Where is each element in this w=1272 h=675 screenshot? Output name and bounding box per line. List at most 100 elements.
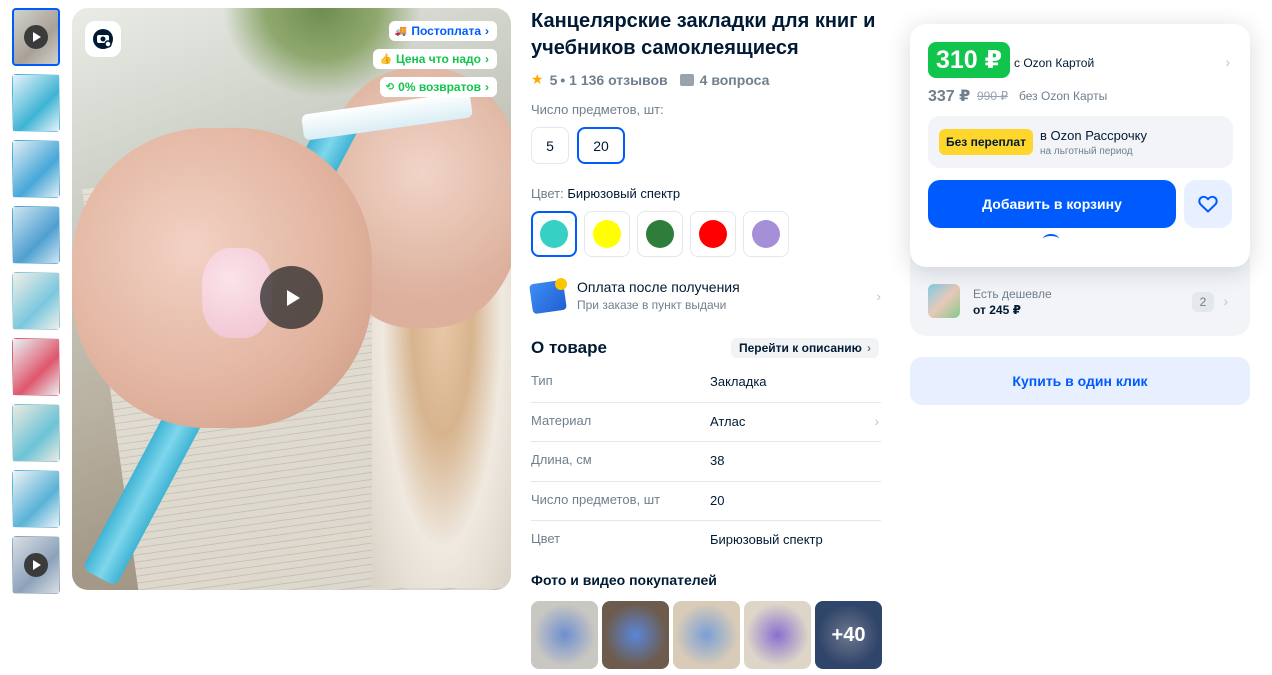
spec-value: Атлас: [710, 413, 746, 429]
quantity-label: Число предметов, шт:: [531, 102, 664, 117]
media-badge[interactable]: 🚚 Постоплата ›: [388, 21, 497, 41]
thumbnail-image[interactable]: [12, 470, 60, 528]
thumbnail-image[interactable]: [12, 404, 60, 462]
installment-banner[interactable]: Без переплат в Ozon Рассрочку на льготны…: [928, 116, 1233, 168]
specs-table: Тип Закладка Материал Атлас › Длина, см 38 Числ…: [531, 363, 881, 561]
customer-photos: +40: [531, 601, 882, 669]
product-page: 🚚 Постоплата › 👍 Цена что надо › ⟲ 0% возвратов…: [0, 0, 1272, 675]
expand-icon[interactable]: [1043, 234, 1059, 244]
questions-count[interactable]: 4 вопроса: [700, 72, 770, 88]
price-without-card: 337 ₽: [928, 88, 971, 105]
buy-box: 310 ₽ с Ozon Картой › 337 ₽ 990 ₽ без Oz…: [910, 24, 1250, 267]
color-label-row: Цвет: Бирюзовый спектр: [531, 186, 680, 201]
cheaper-price: от 245 ₽: [973, 303, 1021, 317]
price-nocard-label: без Ozon Карты: [1019, 89, 1108, 103]
play-icon: [24, 25, 48, 49]
color-swatch[interactable]: [743, 211, 789, 257]
spec-row: Длина, см 38: [531, 442, 881, 482]
color-dot: [540, 220, 568, 248]
play-video-button[interactable]: [260, 266, 323, 329]
thumbnail-image[interactable]: [12, 140, 60, 198]
cheaper-count: 2: [1192, 292, 1214, 312]
chevron-right-icon[interactable]: ›: [1225, 54, 1230, 70]
customer-photo[interactable]: [531, 601, 598, 669]
spec-key: Материал: [531, 412, 592, 428]
thumbnail-strip: [12, 8, 60, 602]
customer-photo[interactable]: [602, 601, 669, 669]
color-swatch[interactable]: [531, 211, 577, 257]
color-dot: [646, 220, 674, 248]
image-search-button[interactable]: [85, 21, 121, 57]
thumbnail-image[interactable]: [12, 74, 60, 132]
spec-row: Тип Закладка: [531, 363, 881, 403]
thumbnail-image[interactable]: [12, 206, 60, 264]
questions-icon: [679, 73, 694, 86]
color-label: Цвет:: [531, 186, 564, 201]
spec-key: Длина, см: [531, 452, 592, 468]
thumbnail-video[interactable]: [12, 8, 60, 66]
installment-title: в Ozon Рассрочку: [1040, 128, 1147, 143]
customer-photo[interactable]: [744, 601, 811, 669]
media-badge-label: 0% возвратов: [398, 80, 481, 94]
favorite-button[interactable]: [1184, 180, 1232, 228]
media-badge[interactable]: ⟲ 0% возвратов ›: [379, 77, 497, 97]
goto-description-button[interactable]: Перейти к описанию ›: [731, 338, 879, 358]
play-icon: [24, 553, 48, 577]
color-value: Бирюзовый спектр: [567, 186, 681, 201]
quantity-selector: 5 20: [531, 127, 625, 164]
thumbnail-image[interactable]: [12, 338, 60, 396]
main-product-video[interactable]: 🚚 Постоплата › 👍 Цена что надо › ⟲ 0% возвратов…: [72, 8, 511, 590]
rating-row[interactable]: ★ 5 • 1 136 отзывов 4 вопроса: [531, 71, 769, 88]
star-icon: ★: [531, 71, 544, 87]
thumbnail-image[interactable]: [12, 272, 60, 330]
media-badges: 🚚 Постоплата › 👍 Цена что надо › ⟲ 0% возвратов…: [373, 21, 497, 97]
about-title: О товаре: [531, 338, 607, 357]
spec-value: 38: [710, 453, 725, 469]
chevron-right-icon: ›: [866, 341, 871, 355]
customer-photo[interactable]: [673, 601, 740, 669]
payment-subtitle: При заказе в пункт выдачи: [577, 298, 727, 312]
spec-value: 20: [710, 492, 725, 508]
spec-row: Цвет Бирюзовый спектр: [531, 521, 881, 561]
quantity-option[interactable]: 5: [531, 127, 569, 164]
color-dot: [699, 220, 727, 248]
quantity-option[interactable]: 20: [577, 127, 625, 164]
installment-subtitle: на льготный период: [1040, 146, 1133, 157]
payment-after-receipt[interactable]: Оплата после получения При заказе в пунк…: [529, 276, 881, 320]
color-swatch[interactable]: [584, 211, 630, 257]
chevron-right-icon: ›: [485, 80, 489, 94]
thumbnail-video[interactable]: [12, 536, 60, 594]
color-swatch[interactable]: [637, 211, 683, 257]
cheaper-offers[interactable]: Есть дешевле от 245 ₽ 2 ›: [928, 284, 1230, 324]
spec-key: Число предметов, шт: [531, 491, 661, 507]
color-dot: [593, 220, 621, 248]
product-title: Канцелярские закладки для книг и учебник…: [531, 10, 876, 59]
spec-row[interactable]: Материал Атлас ›: [531, 403, 881, 443]
buy-one-click-button[interactable]: Купить в один клик: [910, 357, 1250, 405]
media-badge[interactable]: 👍 Цена что надо ›: [373, 49, 497, 69]
chevron-right-icon: ›: [874, 412, 879, 429]
price-with-card: 310 ₽: [928, 42, 1011, 78]
rating-value: 5: [549, 71, 558, 88]
color-dot: [752, 220, 780, 248]
spec-key: Тип: [531, 373, 553, 388]
cheaper-label: Есть дешевле: [973, 287, 1052, 301]
color-swatch[interactable]: [690, 211, 736, 257]
chevron-right-icon: ›: [876, 288, 881, 304]
heart-icon: [1198, 195, 1218, 213]
reviews-count[interactable]: • 1 136 отзывов: [560, 72, 667, 88]
customer-photo[interactable]: +40: [815, 601, 882, 669]
spec-key: Цвет: [531, 531, 561, 547]
chevron-right-icon: ›: [485, 52, 489, 66]
color-selector: [531, 211, 789, 257]
thumbs-up-icon: 👍: [379, 53, 392, 65]
return-icon: ⟲: [385, 81, 395, 93]
goto-description-label: Перейти к описанию: [739, 341, 862, 355]
chevron-right-icon: ›: [485, 24, 489, 38]
spec-row: Число предметов, шт 20: [531, 482, 881, 522]
media-badge-label: Цена что надо: [395, 52, 481, 66]
payment-title: Оплата после получения: [577, 279, 740, 295]
chevron-right-icon: ›: [1223, 293, 1228, 309]
cheaper-thumbnail: [928, 284, 960, 318]
add-to-cart-button[interactable]: Добавить в корзину: [928, 180, 1176, 228]
